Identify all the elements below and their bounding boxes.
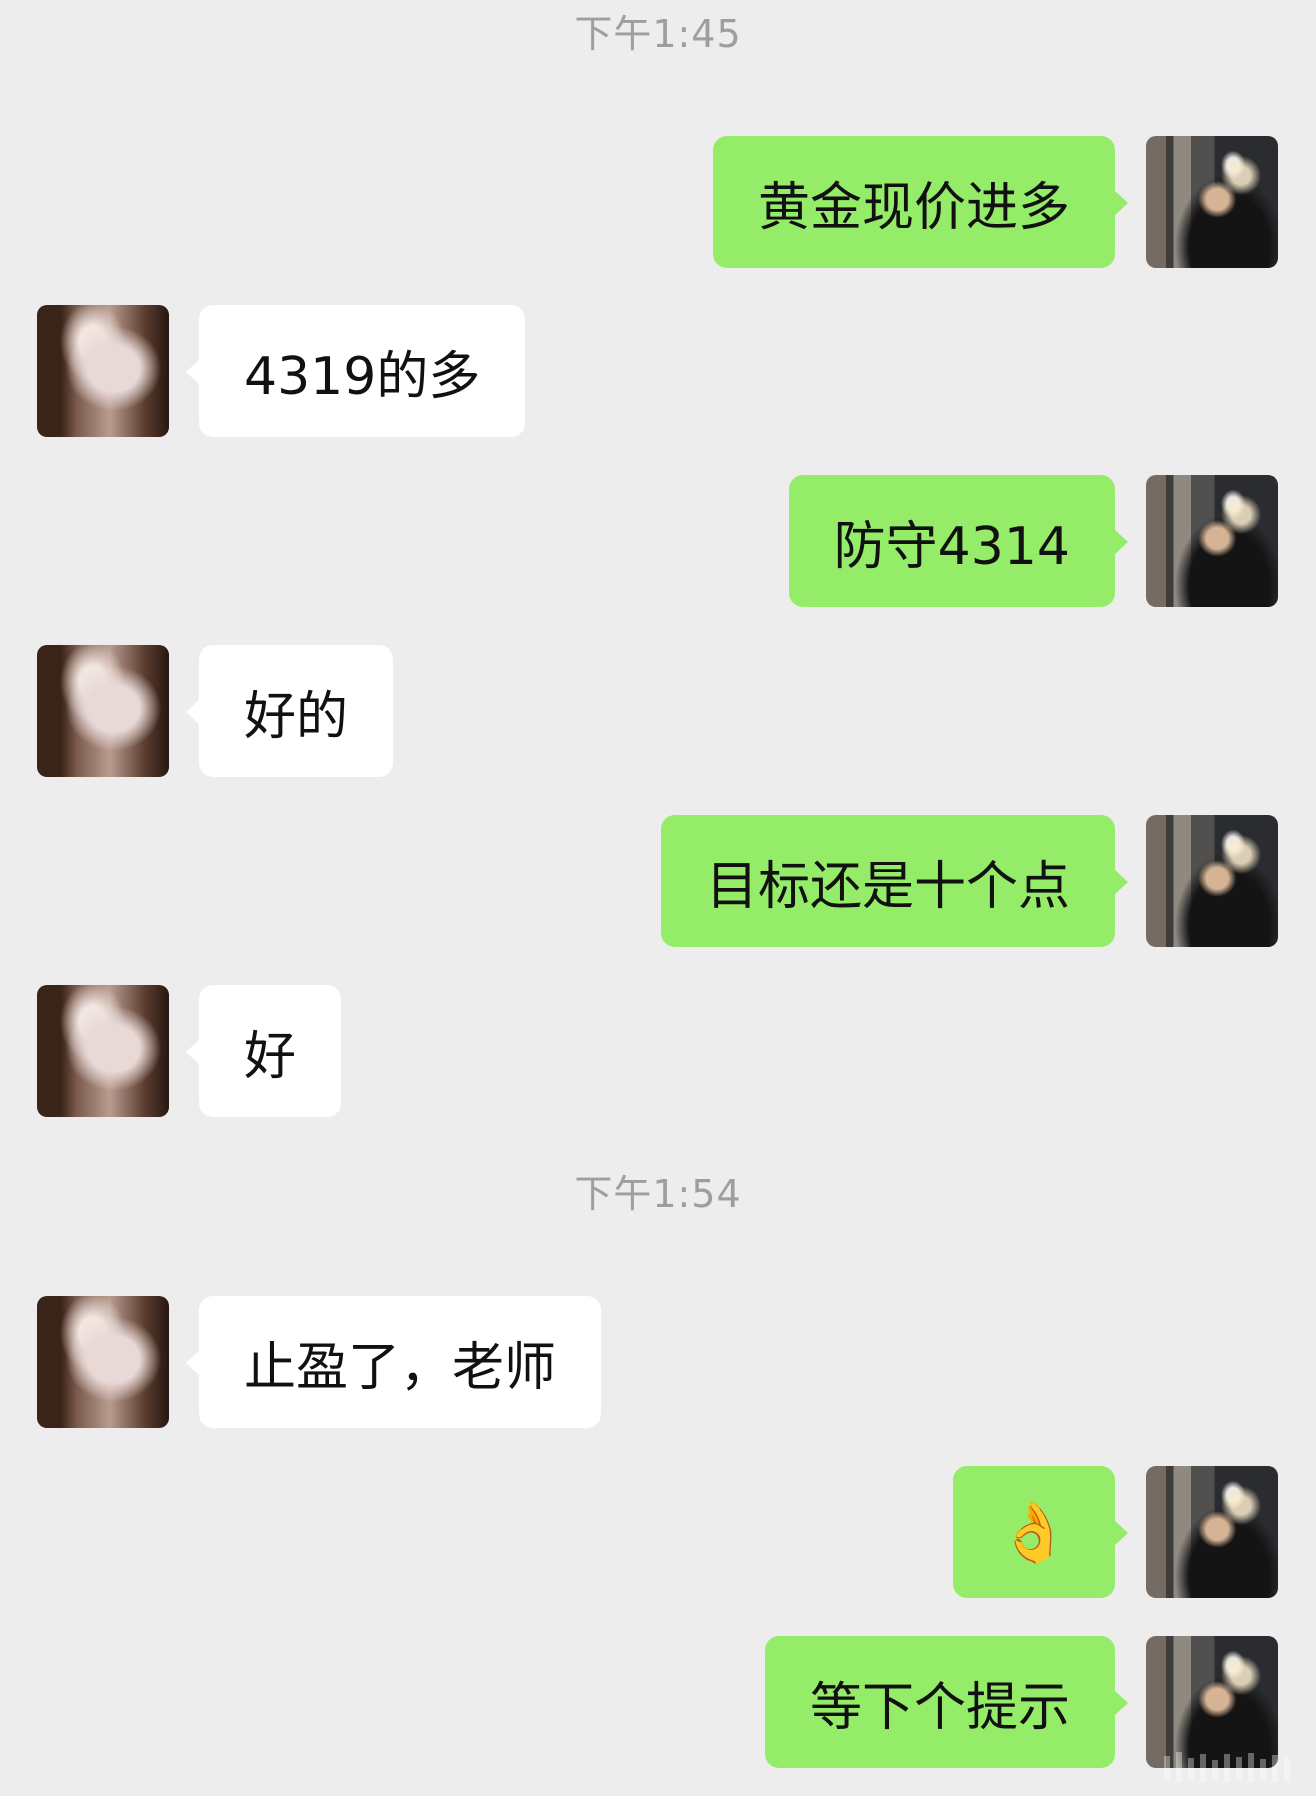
timestamp: 下午1:45 <box>574 12 742 56</box>
message-row-received: 好的 <box>0 645 1316 777</box>
message-bubble-received[interactable]: 止盈了，老师 <box>185 1296 602 1428</box>
message-row-received: 止盈了，老师 <box>0 1296 1316 1428</box>
contact-avatar[interactable] <box>37 305 169 437</box>
my-avatar[interactable] <box>1146 475 1278 607</box>
my-avatar[interactable] <box>1146 815 1278 947</box>
message-bubble-received[interactable]: 4319的多 <box>185 305 526 437</box>
my-avatar[interactable] <box>1146 136 1278 268</box>
message-row-sent: 防守4314 <box>0 475 1316 607</box>
chat-transcript: 下午1:45 黄金现价进多 4319的多 防守4314 好的 目标还是十个点 好… <box>0 0 1316 1796</box>
message-bubble-received[interactable]: 好的 <box>185 645 394 777</box>
message-bubble-received[interactable]: 好 <box>185 985 342 1117</box>
message-row-sent: 等下个提示 <box>0 1636 1316 1768</box>
message-row-sent: 黄金现价进多 <box>0 136 1316 268</box>
message-bubble-sent[interactable]: 目标还是十个点 <box>660 815 1129 947</box>
my-avatar[interactable] <box>1146 1466 1278 1598</box>
contact-avatar[interactable] <box>37 645 169 777</box>
message-bubble-sent[interactable]: 黄金现价进多 <box>712 136 1129 268</box>
message-bubble-sent[interactable]: 防守4314 <box>788 475 1129 607</box>
message-bubble-sent[interactable]: 等下个提示 <box>764 1636 1129 1768</box>
contact-avatar[interactable] <box>37 985 169 1117</box>
message-row-received: 好 <box>0 985 1316 1117</box>
timestamp: 下午1:54 <box>574 1172 742 1216</box>
watermark-icon <box>1164 1752 1290 1782</box>
ok-hand-emoji-icon[interactable]: 👌 <box>952 1466 1129 1598</box>
message-row-sent: 👌 <box>0 1466 1316 1598</box>
contact-avatar[interactable] <box>37 1296 169 1428</box>
message-row-sent: 目标还是十个点 <box>0 815 1316 947</box>
message-row-received: 4319的多 <box>0 305 1316 437</box>
